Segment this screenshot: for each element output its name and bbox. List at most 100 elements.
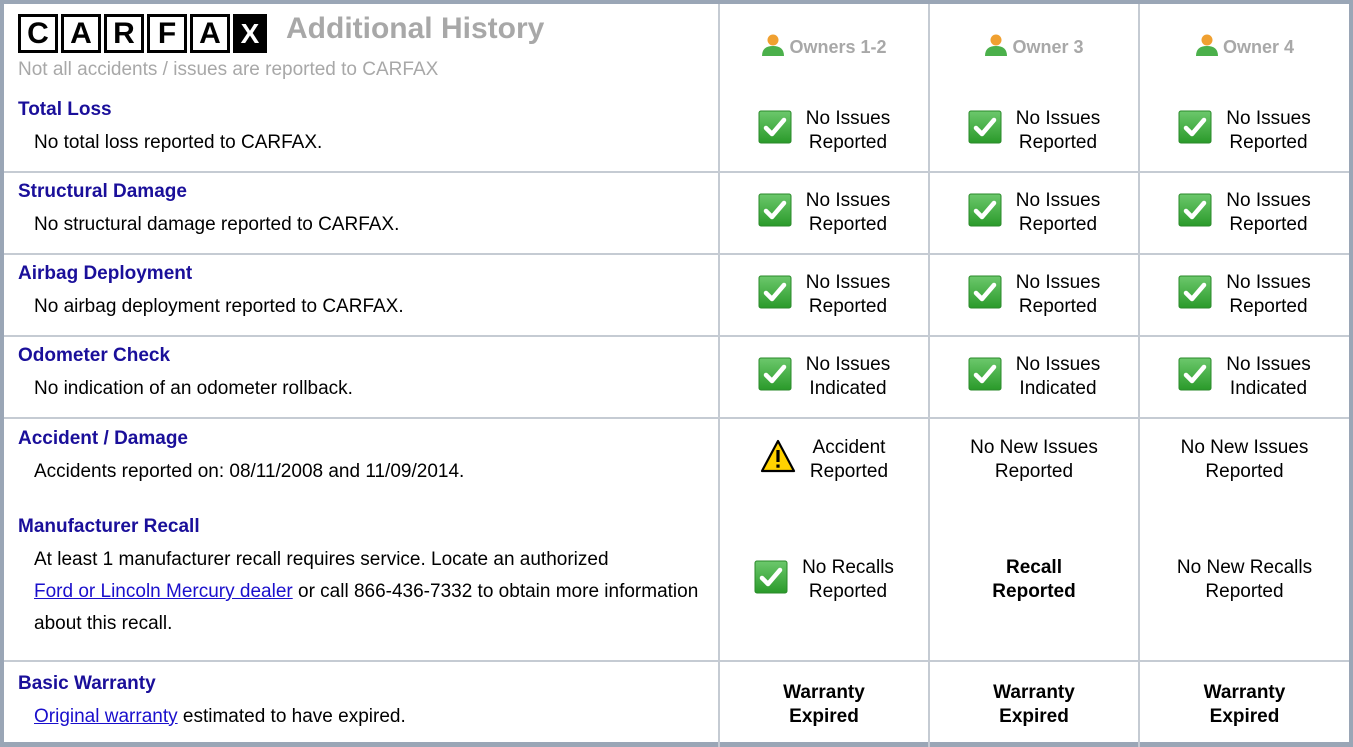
check-icon [968, 110, 1002, 151]
status-text: Indicated [809, 378, 887, 399]
person-icon [761, 33, 785, 62]
row-label-cell: Manufacturer Recall At least 1 manufactu… [4, 500, 720, 662]
status-text: Reported [1018, 214, 1098, 235]
row-description: No total loss reported to CARFAX. [34, 131, 323, 153]
status-text: Reported [809, 460, 889, 482]
status-cell: Warranty Expired [1138, 660, 1349, 747]
row-description: Original warranty estimated to have expi… [18, 701, 704, 733]
status-text: Expired [1209, 705, 1280, 727]
status-cell: No Issues Indicated [928, 335, 1140, 419]
status-text: Reported [1205, 460, 1284, 482]
check-icon [758, 275, 792, 316]
check-icon [968, 357, 1002, 398]
check-icon [758, 193, 792, 234]
row-label-cell: Total Loss No total loss reported to CARF… [4, 90, 720, 173]
section-title: Additional History [286, 12, 545, 45]
person-icon [984, 33, 1008, 62]
row-description: No airbag deployment reported to CARFAX. [34, 296, 404, 317]
status-cell: Warranty Expired [928, 660, 1140, 747]
history-row-warranty: Basic Warranty Original warranty estimat… [4, 660, 1349, 747]
status-text: Warranty [783, 681, 865, 703]
status-text: Reported [1229, 131, 1308, 153]
row-description: Accidents reported on: 08/11/2008 and 11… [34, 460, 465, 482]
row-label-cell: Airbag Deployment No airbag deployment re… [4, 253, 720, 337]
status-text: No Issues [1015, 190, 1101, 211]
status-text: Recall [1006, 557, 1062, 578]
status-text: Expired [999, 705, 1069, 727]
warning-icon [760, 439, 796, 480]
status-text: No Issues [805, 354, 891, 375]
row-title: Basic Warranty [18, 672, 156, 694]
status-cell: No Issues Indicated [1138, 335, 1349, 419]
warranty-link[interactable]: Original warranty [34, 706, 178, 727]
check-icon [754, 560, 788, 601]
status-text: Accident [812, 436, 886, 458]
status-text: No Issues [805, 272, 891, 293]
row-title: Manufacturer Recall [18, 516, 200, 537]
status-text: Expired [789, 705, 859, 727]
status-text: No Recalls [802, 557, 894, 578]
person-icon [1195, 33, 1219, 62]
status-cell: No Issues Reported [1138, 171, 1349, 255]
history-table: C A R F A X Additional History Not all a… [4, 4, 1349, 747]
status-text: No Issues [805, 190, 891, 211]
status-text: No Issues [1015, 272, 1101, 293]
status-cell: No Issues Reported [928, 90, 1140, 173]
owner-column-header: Owners 1-2 [718, 4, 930, 90]
owner-label: Owner 4 [1222, 36, 1295, 57]
status-text: No Issues [805, 107, 891, 129]
row-label-cell: Basic Warranty Original warranty estimat… [4, 660, 720, 747]
row-title: Structural Damage [18, 181, 187, 202]
status-text: Warranty [1203, 681, 1286, 703]
status-text: No Issues [1015, 107, 1101, 129]
status-cell: Recall Reported [928, 500, 1140, 662]
status-text: Reported [808, 214, 888, 235]
section-subtitle: Not all accidents / issues are reported … [18, 59, 439, 80]
row-title: Odometer Check [18, 345, 171, 366]
status-cell: No Issues Reported [928, 171, 1140, 255]
check-icon [1178, 357, 1212, 398]
status-cell: No New Recalls Reported [1138, 500, 1349, 662]
check-icon [758, 357, 792, 398]
row-description: No structural damage reported to CARFAX. [34, 214, 400, 235]
additional-history-panel: C A R F A X Additional History Not all a… [0, 0, 1353, 747]
header-row: C A R F A X Additional History Not all a… [4, 4, 1349, 90]
logo-letter: C [18, 14, 58, 53]
logo-letter: X [233, 14, 267, 53]
status-text: Reported [1229, 296, 1308, 317]
status-cell: No Issues Reported [928, 253, 1140, 337]
status-cell: No Issues Reported [718, 90, 930, 173]
check-icon [968, 275, 1002, 316]
row-title: Total Loss [18, 98, 112, 120]
carfax-logo: C A R F A X [18, 14, 267, 53]
status-cell: No Issues Indicated [718, 335, 930, 419]
history-row: Odometer Check No indication of an odomet… [4, 335, 1349, 419]
status-text: Reported [808, 131, 888, 153]
status-text: Reported [994, 460, 1074, 482]
status-text: No New Recalls [1176, 557, 1313, 578]
row-title: Airbag Deployment [18, 263, 193, 284]
status-text: No Issues [1226, 190, 1311, 211]
status-cell: No Recalls Reported [718, 500, 930, 662]
status-cell: Accident Reported [718, 417, 930, 500]
status-text: No Issues [1015, 354, 1101, 375]
status-text: Reported [1018, 131, 1098, 153]
history-row: Total Loss No total loss reported to CARF… [4, 90, 1349, 173]
recall-text-1: At least 1 manufacturer recall requires … [34, 549, 609, 570]
logo-letter: A [190, 14, 230, 53]
status-cell: Warranty Expired [718, 660, 930, 747]
status-text: No New Issues [1180, 436, 1309, 458]
status-text: No New Issues [970, 436, 1098, 458]
logo-letter: R [104, 14, 144, 53]
status-text: Indicated [1019, 378, 1097, 399]
status-text: Reported [1018, 296, 1098, 317]
owner-label: Owner 3 [1012, 36, 1084, 57]
history-row-recall: Manufacturer Recall At least 1 manufactu… [4, 500, 1349, 662]
dealer-link[interactable]: Ford or Lincoln Mercury dealer [34, 581, 293, 602]
status-cell: No New Issues Reported [1138, 417, 1349, 500]
row-label-cell: Structural Damage No structural damage re… [4, 171, 720, 255]
row-title: Accident / Damage [18, 427, 188, 449]
status-text: No Issues [1226, 354, 1311, 375]
check-icon [1178, 275, 1212, 316]
status-cell: No Issues Reported [1138, 90, 1349, 173]
